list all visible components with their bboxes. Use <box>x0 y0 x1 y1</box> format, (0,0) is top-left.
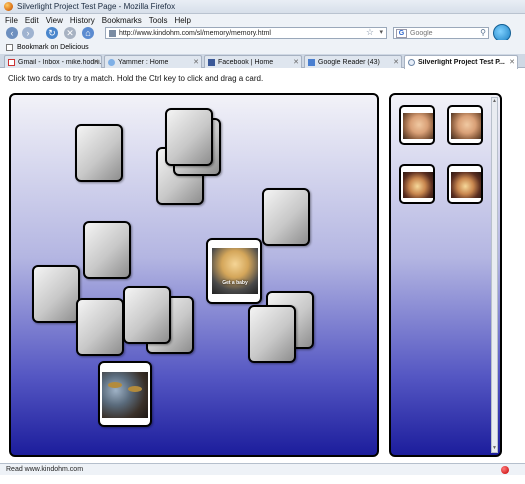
tab-label: Yammer : Home <box>118 58 169 66</box>
close-icon[interactable]: ✕ <box>509 58 515 66</box>
close-icon[interactable]: ✕ <box>293 58 299 66</box>
gmail-icon <box>8 58 15 66</box>
menu-bookmarks[interactable]: Bookmarks <box>102 16 142 25</box>
tab-label: Gmail - Inbox - mike.hodni... <box>18 58 101 66</box>
memory-card[interactable] <box>248 305 296 363</box>
tab-strip: Gmail - Inbox - mike.hodni... ✕ Yammer :… <box>0 54 525 69</box>
tab-yammer[interactable]: Yammer : Home ✕ <box>104 55 202 68</box>
matched-card-child <box>447 164 483 204</box>
memory-card[interactable] <box>262 188 310 246</box>
revealed-card-drums[interactable] <box>98 361 152 427</box>
bald-man-photo <box>451 113 481 139</box>
navigation-toolbar: ‹ › ↻ ✕ ⌂ http://www.kindohm.com/sl/memo… <box>0 24 525 42</box>
memory-card[interactable] <box>32 265 80 323</box>
url-dropdown-icon[interactable]: ▾ <box>379 28 383 36</box>
matched-card-bald-man <box>399 105 435 145</box>
menu-view[interactable]: View <box>46 16 63 25</box>
cymbal-shape <box>108 382 122 388</box>
memory-card[interactable] <box>75 124 123 182</box>
window-title: Silverlight Project Test Page - Mozilla … <box>17 2 176 11</box>
facebook-icon <box>208 58 215 66</box>
close-icon[interactable]: ✕ <box>93 58 99 66</box>
menu-help[interactable]: Help <box>174 16 190 25</box>
forward-button[interactable]: › <box>22 27 34 39</box>
card-caption: Get a baby <box>222 280 248 286</box>
status-bar: Read www.kindohm.com <box>0 463 525 475</box>
tab-label: Silverlight Project Test P... <box>418 59 505 66</box>
drums-photo <box>102 372 148 418</box>
url-bar[interactable]: http://www.kindohm.com/sl/memory/memory.… <box>105 27 387 39</box>
search-icon[interactable]: ⚲ <box>480 28 486 37</box>
memory-card[interactable] <box>83 221 131 279</box>
stop-icon[interactable]: ✕ <box>64 27 76 39</box>
menu-tools[interactable]: Tools <box>149 16 168 25</box>
menu-edit[interactable]: Edit <box>25 16 39 25</box>
search-input[interactable] <box>410 29 470 37</box>
google-search-icon[interactable]: G <box>396 28 407 38</box>
bookmark-star-icon[interactable]: ☆ <box>366 27 374 38</box>
tab-facebook[interactable]: Facebook | Home ✕ <box>204 55 302 68</box>
bookmark-page-icon <box>6 43 13 51</box>
back-button[interactable]: ‹ <box>6 27 18 39</box>
tab-label: Google Reader (43) <box>318 58 380 66</box>
scroll-down-icon[interactable]: ▼ <box>492 445 497 452</box>
home-icon[interactable]: ⌂ <box>82 27 94 39</box>
baby-photo: Get a baby <box>212 248 258 294</box>
status-text: Read www.kindohm.com <box>6 466 84 473</box>
memory-card[interactable] <box>76 298 124 356</box>
tab-google-reader[interactable]: Google Reader (43) ✕ <box>304 55 402 68</box>
search-bar[interactable]: G ⚲ <box>393 27 489 39</box>
menu-bar: File Edit View History Bookmarks Tools H… <box>0 14 525 26</box>
matched-card-bald-man <box>447 105 483 145</box>
page-icon <box>408 59 415 66</box>
site-icon <box>109 29 116 37</box>
close-icon[interactable]: ✕ <box>393 58 399 66</box>
google-reader-icon <box>308 58 315 66</box>
child-photo <box>403 172 433 198</box>
status-indicator-icon[interactable] <box>501 466 509 474</box>
memory-card[interactable] <box>165 108 213 166</box>
bookmark-delicious[interactable]: Bookmark on Delicious <box>17 44 89 51</box>
firefox-icon <box>4 2 13 11</box>
close-icon[interactable]: ✕ <box>193 58 199 66</box>
menu-history[interactable]: History <box>70 16 95 25</box>
reload-icon[interactable]: ↻ <box>46 27 58 39</box>
child-photo <box>451 172 481 198</box>
menu-file[interactable]: File <box>5 16 18 25</box>
memory-card[interactable] <box>123 286 171 344</box>
tab-silverlight[interactable]: Silverlight Project Test P... ✕ <box>404 55 518 69</box>
revealed-card-baby[interactable]: Get a baby <box>206 238 262 304</box>
tab-gmail[interactable]: Gmail - Inbox - mike.hodni... ✕ <box>4 55 102 68</box>
cymbal-shape <box>128 386 142 392</box>
window-titlebar: Silverlight Project Test Page - Mozilla … <box>0 0 525 14</box>
scroll-up-icon[interactable]: ▲ <box>492 98 497 105</box>
tab-label: Facebook | Home <box>218 58 274 66</box>
matched-panel-scrollbar[interactable]: ▲ ▼ <box>491 97 498 453</box>
bookmarks-bar: Bookmark on Delicious <box>0 40 525 54</box>
game-board: Get a baby <box>9 93 379 457</box>
url-text[interactable]: http://www.kindohm.com/sl/memory/memory.… <box>119 30 271 37</box>
bald-man-photo <box>403 113 433 139</box>
instruction-text: Click two cards to try a match. Hold the… <box>8 74 264 83</box>
yammer-icon <box>108 58 115 66</box>
matched-cards-panel: ▲ ▼ <box>389 93 502 457</box>
matched-card-child <box>399 164 435 204</box>
